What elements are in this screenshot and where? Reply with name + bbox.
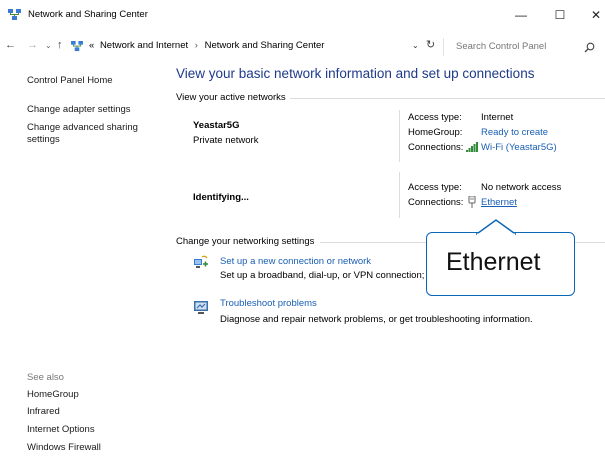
access-type-label: Access type: (408, 112, 462, 123)
active-networks-label: View your active networks (176, 92, 290, 103)
forward-button[interactable]: → (27, 39, 38, 51)
section-divider (290, 98, 605, 99)
change-settings-label: Change your networking settings (176, 236, 319, 247)
sharing-link-line2: settings (27, 134, 60, 145)
back-button[interactable]: ← (5, 39, 16, 51)
address-dropdown-button[interactable]: ⌄ (412, 41, 419, 50)
window-title: Network and Sharing Center (28, 9, 148, 20)
troubleshoot-icon (194, 301, 208, 314)
connections-label: Connections: (408, 197, 464, 208)
search-input[interactable]: Search Control Panel (456, 41, 546, 52)
search-box[interactable]: Search Control Panel (443, 38, 600, 56)
change-advanced-sharing-link[interactable]: Change advanced sharing settings (27, 122, 138, 146)
homegroup-label: HomeGroup: (408, 127, 463, 138)
setup-new-connection-link[interactable]: Set up a new connection or network (220, 256, 371, 267)
minimize-button[interactable]: — (510, 6, 532, 24)
breadcrumb: « Network and Internet › Network and Sha… (89, 40, 324, 51)
close-button[interactable]: ✕ (585, 6, 605, 24)
connections-label: Connections: (408, 142, 464, 153)
breadcrumb-network-and-sharing-center[interactable]: Network and Sharing Center (205, 40, 325, 51)
up-button[interactable]: ↑ (57, 39, 63, 51)
setup-new-connection-description: Set up a broadband, dial-up, or VPN conn… (220, 270, 433, 281)
homegroup-link[interactable]: HomeGroup (27, 389, 79, 400)
access-type-value: No network access (481, 182, 562, 193)
ethernet-plug-icon (468, 196, 476, 208)
title-bar: Network and Sharing Center — ☐ ✕ (0, 0, 605, 30)
page-title: View your basic network information and … (176, 66, 535, 81)
breadcrumb-overflow[interactable]: « (89, 40, 94, 51)
infrared-link[interactable]: Infrared (27, 406, 60, 417)
network-name: Identifying... (193, 192, 249, 203)
windows-firewall-link[interactable]: Windows Firewall (27, 442, 101, 453)
refresh-button[interactable]: ↻ (426, 38, 435, 51)
ethernet-connection-link[interactable]: Ethernet (481, 197, 517, 208)
callout-pointer (476, 219, 516, 235)
maximize-button[interactable]: ☐ (549, 6, 571, 24)
network-divider (399, 172, 400, 218)
control-panel-home-link[interactable]: Control Panel Home (27, 75, 113, 86)
wifi-connection-link[interactable]: Wi-Fi (Yeastar5G) (481, 142, 557, 153)
troubleshoot-problems-link[interactable]: Troubleshoot problems (220, 298, 317, 309)
recent-locations-button[interactable]: ⌄ (45, 41, 52, 50)
wifi-signal-icon (466, 142, 478, 152)
homegroup-ready-link[interactable]: Ready to create (481, 127, 548, 138)
address-bar: ← → ⌄ ↑ « Network and Internet › Network… (0, 36, 605, 58)
search-icon[interactable] (584, 42, 595, 53)
network-divider (399, 110, 400, 162)
breadcrumb-separator[interactable]: › (191, 40, 202, 51)
change-adapter-settings-link[interactable]: Change adapter settings (27, 104, 131, 115)
network-category-link[interactable]: Private network (193, 135, 258, 146)
network-name: Yeastar5G (193, 120, 240, 131)
access-type-value: Internet (481, 112, 514, 123)
see-also-label: See also (27, 372, 64, 383)
new-connection-icon (194, 255, 208, 268)
troubleshoot-description: Diagnose and repair network problems, or… (220, 314, 533, 325)
network-center-icon (8, 9, 21, 20)
internet-options-link[interactable]: Internet Options (27, 424, 95, 435)
callout-label: Ethernet (446, 248, 541, 276)
breadcrumb-network-and-internet[interactable]: Network and Internet (97, 40, 188, 51)
sharing-link-line1: Change advanced sharing (27, 122, 138, 133)
access-type-label: Access type: (408, 182, 462, 193)
network-location-icon (71, 41, 83, 52)
